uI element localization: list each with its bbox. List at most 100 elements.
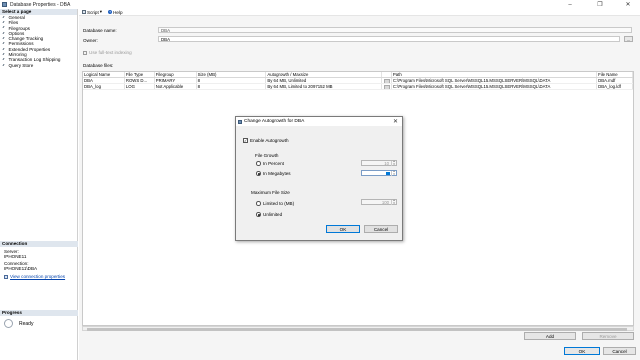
page-icon xyxy=(3,58,7,62)
table-cell[interactable]: ROWS D... xyxy=(125,78,155,83)
minimize-icon[interactable]: – xyxy=(560,0,580,9)
help-icon: ? xyxy=(108,10,113,14)
in-percent-label: In Percent xyxy=(263,161,284,166)
ok-button[interactable]: OK xyxy=(564,347,600,355)
ellipsis-icon[interactable] xyxy=(383,78,390,83)
script-icon xyxy=(82,10,86,14)
help-button[interactable]: ? Help xyxy=(108,9,123,15)
scrollbar-thumb[interactable] xyxy=(87,328,627,331)
unlimited-label: Unlimited xyxy=(263,212,283,217)
connection-value: IPHONE11\DBA xyxy=(4,266,38,271)
dialog-title: Change Autogrowth for DBA xyxy=(244,119,305,124)
connection-header: Connection xyxy=(0,241,78,247)
progress-status-text: Ready xyxy=(19,320,34,327)
left-pane: Select a page General Files Filegroups Opti… xyxy=(0,9,78,360)
page-icon xyxy=(3,37,7,41)
table-cell[interactable]: By 64 MB, Limited to 2097152 MB xyxy=(266,84,382,89)
page-item-label: Query Store xyxy=(8,62,34,68)
dialog-ok-button[interactable]: OK xyxy=(326,225,360,233)
column-header[interactable]: Path xyxy=(392,72,598,77)
in-percent-value: 10 xyxy=(384,161,389,166)
table-cell[interactable]: C:\Program Files\Microsoft SQL Server\MS… xyxy=(392,78,598,83)
stepper-arrows-icon[interactable]: ▲ ▼ xyxy=(391,199,396,205)
page-list: General Files Filegroups Options Change Trac… xyxy=(0,15,77,68)
page-icon xyxy=(3,42,7,46)
column-header[interactable]: Filegroup xyxy=(155,72,197,77)
stepper-arrows-icon[interactable]: ▲ ▼ xyxy=(391,160,396,166)
owner-browse-button[interactable]: ... xyxy=(624,36,633,42)
table-cell[interactable]: PRIMARY xyxy=(155,78,197,83)
table-cell[interactable]: DBA.mdf xyxy=(597,78,633,83)
owner-label: Owner: xyxy=(83,38,98,43)
autogrowth-edit-button[interactable] xyxy=(382,78,392,83)
in-megabytes-radio[interactable] xyxy=(256,171,261,176)
column-header[interactable]: Autogrowth / Maxsize xyxy=(266,72,382,77)
page-icon xyxy=(3,16,7,20)
limited-value: 100 xyxy=(381,200,389,205)
limited-stepper[interactable]: 100 ▲ ▼ xyxy=(361,199,397,205)
close-icon[interactable]: ✕ xyxy=(618,0,638,9)
owner-field[interactable]: DBA xyxy=(158,36,620,42)
page-item-query-store[interactable]: Query Store xyxy=(0,63,77,68)
column-header[interactable]: File Name xyxy=(597,72,633,77)
add-button[interactable]: Add xyxy=(524,332,576,340)
enable-autogrowth-label: Enable Autogrowth xyxy=(250,138,289,143)
fulltext-checkbox[interactable] xyxy=(83,50,87,55)
column-header[interactable] xyxy=(382,72,392,77)
file-growth-label: File Growth xyxy=(255,153,279,158)
server-value: IPHONE11 xyxy=(4,254,27,259)
view-connection-link[interactable]: View connection properties xyxy=(0,274,78,279)
script-button[interactable]: Script ▾ xyxy=(82,9,102,15)
page-icon xyxy=(3,32,7,36)
autogrowth-edit-button[interactable] xyxy=(382,84,392,89)
help-label: Help xyxy=(113,9,123,15)
title-bar: Database Properties - DBA – ❐ ✕ xyxy=(0,0,640,9)
table-cell[interactable]: 8 xyxy=(197,84,267,89)
dialog-title-bar: Change Autogrowth for DBA ✕ xyxy=(236,117,402,126)
connection-icon xyxy=(4,274,8,279)
close-icon[interactable]: ✕ xyxy=(393,118,398,125)
remove-button[interactable]: Remove xyxy=(582,332,634,340)
db-name-field[interactable]: DBA xyxy=(158,27,632,33)
chevron-down-icon: ▾ xyxy=(99,9,103,14)
table-cell[interactable]: DBA_log xyxy=(83,84,125,89)
page-icon xyxy=(3,48,7,52)
stepper-arrows-icon[interactable]: ▲ ▼ xyxy=(391,170,396,176)
table-cell[interactable]: LOG xyxy=(125,84,155,89)
change-autogrowth-dialog: Change Autogrowth for DBA ✕ ✓ Enable Aut… xyxy=(235,116,403,241)
cancel-button[interactable]: Cancel xyxy=(603,347,636,355)
fulltext-label: Use full-text indexing xyxy=(89,50,132,55)
table-cell[interactable]: 8 xyxy=(197,78,267,83)
window-title: Database Properties - DBA xyxy=(10,1,71,8)
horizontal-scrollbar[interactable] xyxy=(82,326,634,331)
table-cell[interactable]: DBA xyxy=(83,78,125,83)
grid-body: DBA ROWS D... PRIMARY 8 By 64 MB, Unlimited C… xyxy=(83,78,633,90)
column-header[interactable]: Logical Name xyxy=(83,72,125,77)
table-cell[interactable]: C:\Program Files\Microsoft SQL Server\MS… xyxy=(392,84,598,89)
table-cell[interactable]: DBA_log.ldf xyxy=(597,84,633,89)
in-megabytes-stepper[interactable]: ▲ ▼ xyxy=(361,170,397,176)
text-selection xyxy=(386,171,390,176)
progress-header: Progress xyxy=(0,310,78,316)
table-cell[interactable]: Not Applicable xyxy=(155,84,197,89)
dialog-cancel-button[interactable]: Cancel xyxy=(364,225,398,233)
max-file-size-label: Maximum File Size xyxy=(251,190,290,195)
db-name-label: Database name: xyxy=(83,28,117,33)
page-icon xyxy=(3,21,7,25)
limited-label: Limited to (MB) xyxy=(263,201,295,206)
maximize-icon[interactable]: ❐ xyxy=(590,0,610,9)
view-connection-label: View connection properties xyxy=(10,274,66,279)
enable-autogrowth-checkbox[interactable]: ✓ xyxy=(243,138,248,143)
limited-radio[interactable] xyxy=(256,201,261,206)
page-icon xyxy=(3,53,7,57)
column-header[interactable]: Size (MB) xyxy=(197,72,267,77)
script-label: Script xyxy=(87,9,99,15)
fulltext-option[interactable]: Use full-text indexing xyxy=(83,50,132,55)
ellipsis-icon[interactable] xyxy=(383,84,390,89)
unlimited-radio[interactable] xyxy=(256,212,261,217)
in-percent-stepper[interactable]: 10 ▲ ▼ xyxy=(361,160,397,166)
column-header[interactable]: File Type xyxy=(125,72,155,77)
in-percent-radio[interactable] xyxy=(256,161,261,166)
table-row[interactable]: DBA_log LOG Not Applicable 8 By 64 MB, Limit… xyxy=(83,84,633,90)
table-cell[interactable]: By 64 MB, Unlimited xyxy=(266,78,382,83)
